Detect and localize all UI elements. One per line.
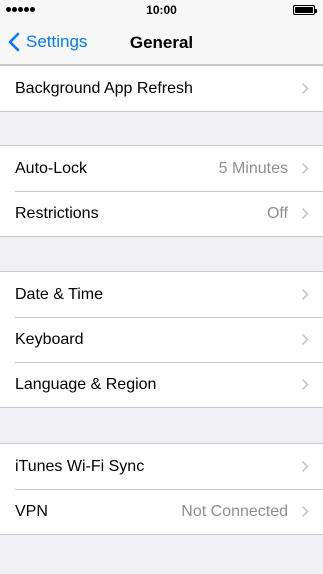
settings-group: Date & Time Keyboard Language & Region <box>0 271 323 408</box>
chevron-right-icon <box>301 333 309 346</box>
row-vpn[interactable]: VPN Not Connected <box>0 489 323 534</box>
status-time: 10:00 <box>146 3 177 17</box>
row-language-region[interactable]: Language & Region <box>0 362 323 407</box>
page-title: General <box>129 33 194 52</box>
row-label: Language & Region <box>15 375 157 393</box>
battery-full-icon <box>293 5 317 15</box>
chevron-right-icon <box>301 505 309 518</box>
row-keyboard[interactable]: Keyboard <box>0 317 323 362</box>
navigation-bar: Settings General <box>0 20 323 65</box>
row-label: Restrictions <box>15 204 99 222</box>
row-label: Auto-Lock <box>15 159 88 177</box>
row-value: Off <box>266 204 288 222</box>
row-background-app-refresh[interactable]: Background App Refresh <box>0 66 323 111</box>
row-itunes-wifi-sync[interactable]: iTunes Wi-Fi Sync <box>0 444 323 489</box>
row-value: Not Connected <box>181 502 288 520</box>
row-value: 5 Minutes <box>218 159 288 177</box>
row-label: VPN <box>15 502 48 520</box>
row-restrictions[interactable]: Restrictions Off <box>0 191 323 236</box>
row-label: Date & Time <box>15 285 104 303</box>
chevron-right-icon <box>301 162 309 175</box>
row-date-time[interactable]: Date & Time <box>0 272 323 317</box>
chevron-right-icon <box>301 288 309 301</box>
row-label: iTunes Wi-Fi Sync <box>15 457 145 475</box>
chevron-right-icon <box>301 82 309 95</box>
status-bar: 10:00 <box>0 0 323 20</box>
chevron-right-icon <box>301 207 309 220</box>
row-auto-lock[interactable]: Auto-Lock 5 Minutes <box>0 146 323 191</box>
settings-group: iTunes Wi-Fi Sync VPN Not Connected <box>0 443 323 535</box>
row-label: Keyboard <box>15 330 84 348</box>
chevron-right-icon <box>301 460 309 473</box>
settings-group: Auto-Lock 5 Minutes Restrictions Off <box>0 145 323 237</box>
row-label: Background App Refresh <box>15 79 193 97</box>
chevron-right-icon <box>301 378 309 391</box>
settings-group: Background App Refresh <box>0 65 323 112</box>
